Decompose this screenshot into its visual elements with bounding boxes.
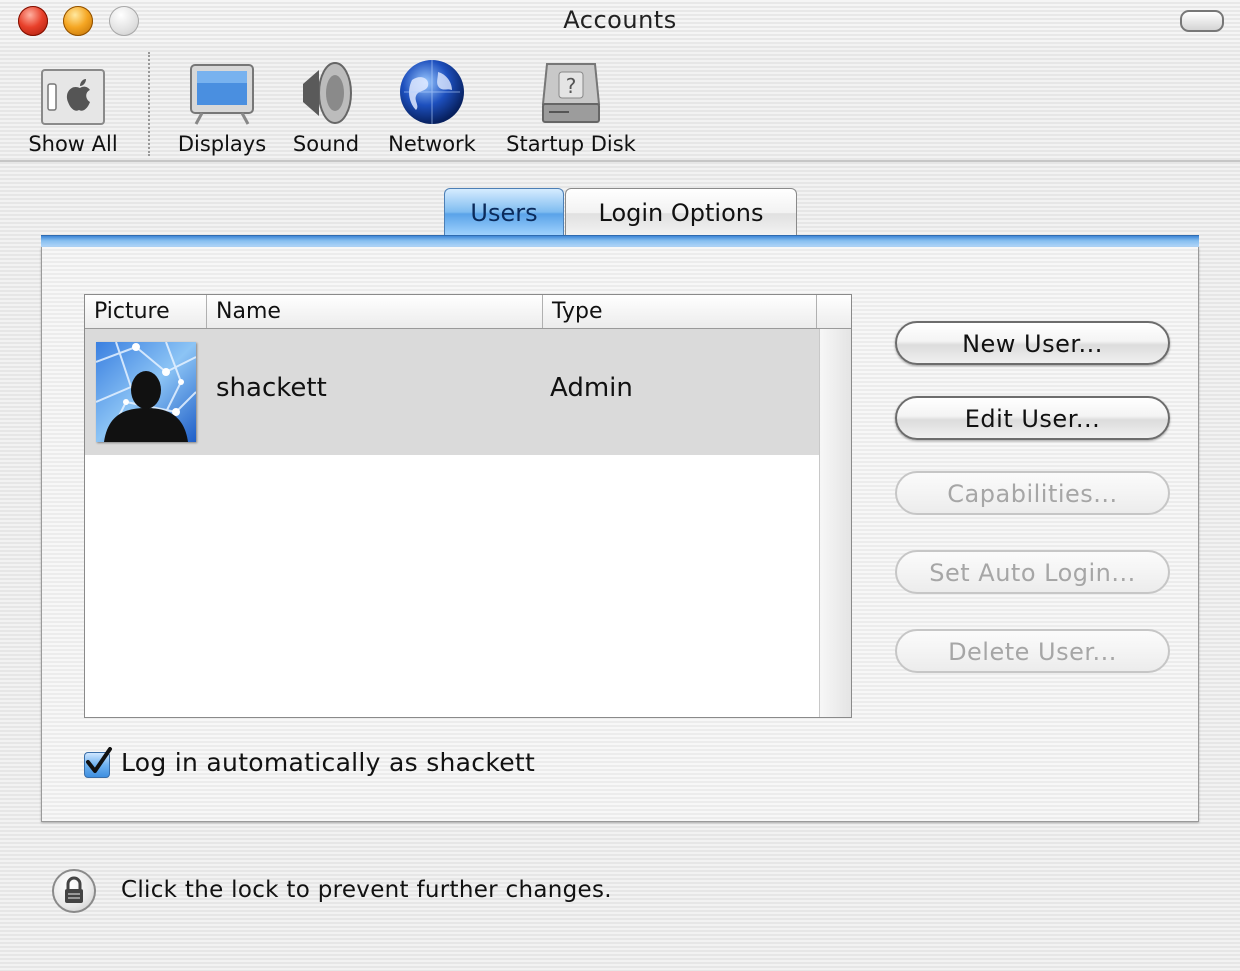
delete-user-button[interactable]: Delete User... xyxy=(895,629,1170,673)
tab-users[interactable]: Users xyxy=(444,188,564,237)
checkmark-icon xyxy=(86,747,112,773)
column-header-type[interactable]: Type xyxy=(543,295,817,328)
cell-user-name: shackett xyxy=(216,373,327,403)
toolbar-item-network[interactable]: Network xyxy=(384,56,480,156)
toolbar-label-startup-disk: Startup Disk xyxy=(506,132,636,156)
toolbar-item-sound[interactable]: Sound xyxy=(290,56,362,156)
title-bar[interactable]: Accounts xyxy=(0,0,1240,44)
show-all-icon xyxy=(22,56,124,126)
toolbar-item-startup-disk[interactable]: ? Startup Disk xyxy=(500,56,642,156)
toolbar-label-show-all: Show All xyxy=(28,132,118,156)
toggle-toolbar-button[interactable] xyxy=(1180,10,1224,32)
table-scrollbar[interactable] xyxy=(819,329,851,717)
toolbar-separator xyxy=(148,52,150,156)
toolbar-item-displays[interactable]: Displays xyxy=(172,56,272,156)
lock-hint-text: Click the lock to prevent further change… xyxy=(121,877,612,903)
user-avatar-icon xyxy=(95,341,197,443)
lock-icon xyxy=(65,876,83,903)
window-title: Accounts xyxy=(563,6,677,34)
edit-user-button[interactable]: Edit User... xyxy=(895,396,1170,440)
toolbar-label-displays: Displays xyxy=(177,132,267,156)
hard-disk-icon: ? xyxy=(500,56,642,126)
speaker-icon xyxy=(290,56,362,126)
auto-login-label: Log in automatically as shackett xyxy=(121,748,536,777)
globe-icon xyxy=(384,56,480,126)
svg-text:?: ? xyxy=(566,74,577,98)
table-body: shackett Admin xyxy=(85,329,819,717)
capabilities-button[interactable]: Capabilities... xyxy=(895,471,1170,515)
column-header-picture[interactable]: Picture xyxy=(85,295,207,328)
cell-user-type: Admin xyxy=(550,373,633,403)
table-header: Picture Name Type xyxy=(85,295,851,329)
toolbar-label-sound: Sound xyxy=(292,132,360,156)
tab-login-options[interactable]: Login Options xyxy=(565,188,797,237)
toolbar-item-show-all[interactable]: Show All xyxy=(22,56,124,156)
auto-login-checkbox[interactable] xyxy=(84,747,112,778)
toolbar-divider xyxy=(0,160,1240,162)
new-user-button[interactable]: New User... xyxy=(895,321,1170,365)
toolbar: Show All Displays Sound Network ? Startu… xyxy=(0,44,1240,160)
table-row[interactable]: shackett Admin xyxy=(85,329,819,455)
set-auto-login-button[interactable]: Set Auto Login... xyxy=(895,550,1170,594)
display-icon xyxy=(172,56,272,126)
users-table[interactable]: Picture Name Type shackett Admin xyxy=(84,294,852,718)
lock-button[interactable] xyxy=(52,869,96,913)
toolbar-label-network: Network xyxy=(388,132,476,156)
column-header-name[interactable]: Name xyxy=(207,295,543,328)
column-header-corner xyxy=(817,295,851,328)
